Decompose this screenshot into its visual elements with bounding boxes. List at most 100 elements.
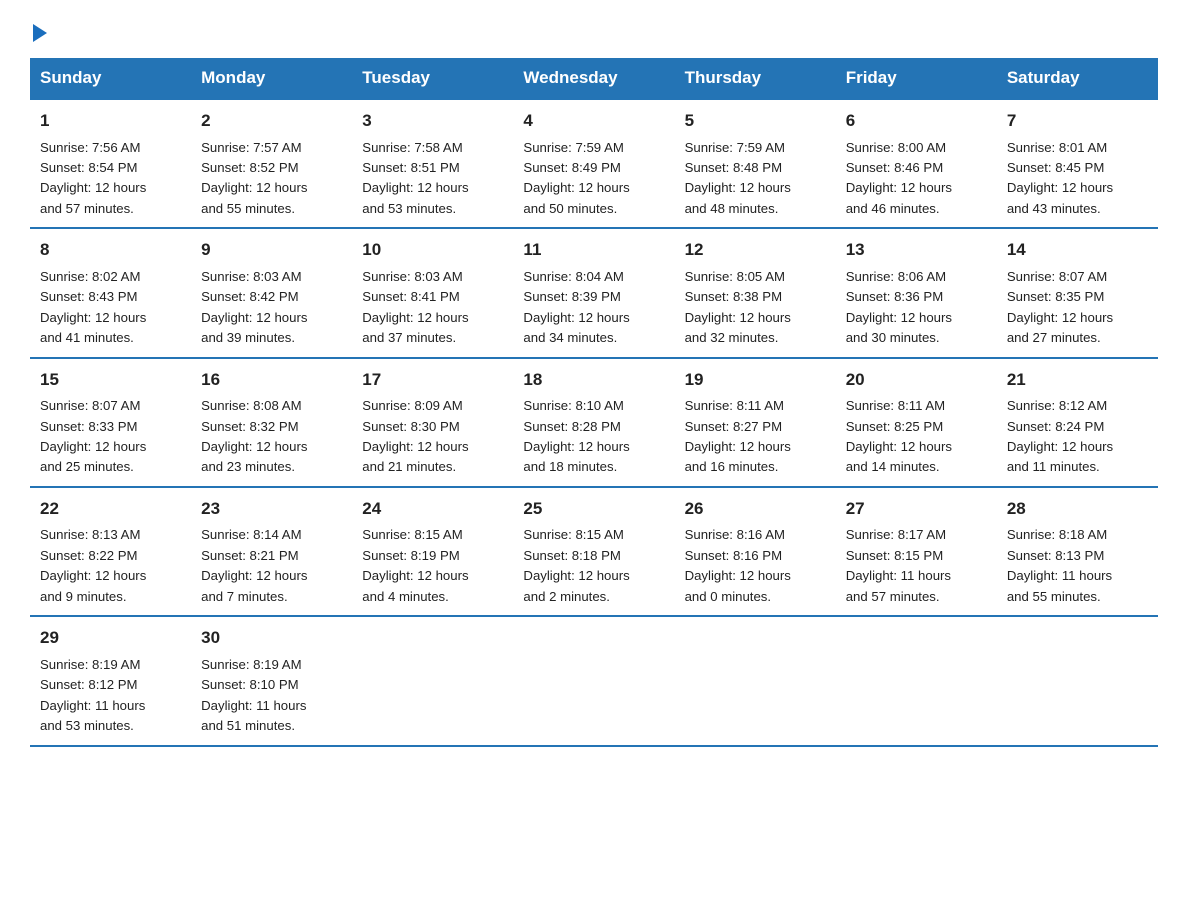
- day-content: Sunrise: 8:16 AMSunset: 8:16 PMDaylight:…: [685, 525, 826, 607]
- day-number: 17: [362, 367, 503, 393]
- calendar-cell: 4 Sunrise: 7:59 AMSunset: 8:49 PMDaylight…: [513, 99, 674, 228]
- calendar-week-2: 8Sunrise: 8:02 AMSunset: 8:43 PMDaylight…: [30, 228, 1158, 357]
- day-content: Sunrise: 8:11 AMSunset: 8:27 PMDaylight:…: [685, 396, 826, 478]
- day-number: 1: [40, 108, 181, 134]
- day-content: Sunrise: 8:14 AMSunset: 8:21 PMDaylight:…: [201, 525, 342, 607]
- calendar-cell: 23 Sunrise: 8:14 AMSunset: 8:21 PMDayligh…: [191, 487, 352, 616]
- day-content: Sunrise: 8:15 AMSunset: 8:18 PMDaylight:…: [523, 525, 664, 607]
- calendar-cell: [675, 616, 836, 745]
- calendar-cell: 1 Sunrise: 7:56 AMSunset: 8:54 PMDaylight…: [30, 99, 191, 228]
- day-content: Sunrise: 7:58 AMSunset: 8:51 PMDaylight:…: [362, 138, 503, 220]
- day-number: 30: [201, 625, 342, 651]
- day-content: Sunrise: 8:09 AMSunset: 8:30 PMDaylight:…: [362, 396, 503, 478]
- calendar-cell: 2Sunrise: 7:57 AMSunset: 8:52 PMDaylight…: [191, 99, 352, 228]
- calendar-cell: [836, 616, 997, 745]
- day-content: Sunrise: 8:07 AMSunset: 8:35 PMDaylight:…: [1007, 267, 1148, 349]
- day-number: 2: [201, 108, 342, 134]
- day-content: Sunrise: 8:04 AMSunset: 8:39 PMDaylight:…: [523, 267, 664, 349]
- day-number: 16: [201, 367, 342, 393]
- day-number: 25: [523, 496, 664, 522]
- day-content: Sunrise: 8:03 AMSunset: 8:42 PMDaylight:…: [201, 267, 342, 349]
- calendar-cell: 25 Sunrise: 8:15 AMSunset: 8:18 PMDayligh…: [513, 487, 674, 616]
- day-number: 18: [523, 367, 664, 393]
- logo: [30, 20, 47, 40]
- day-number: 10: [362, 237, 503, 263]
- day-content: Sunrise: 8:11 AMSunset: 8:25 PMDaylight:…: [846, 396, 987, 478]
- day-number: 24: [362, 496, 503, 522]
- column-header-saturday: Saturday: [997, 58, 1158, 99]
- calendar-cell: [352, 616, 513, 745]
- day-number: 3: [362, 108, 503, 134]
- calendar-cell: 19 Sunrise: 8:11 AMSunset: 8:27 PMDayligh…: [675, 358, 836, 487]
- calendar-cell: 27Sunrise: 8:17 AMSunset: 8:15 PMDayligh…: [836, 487, 997, 616]
- day-content: Sunrise: 8:19 AMSunset: 8:12 PMDaylight:…: [40, 655, 181, 737]
- day-content: Sunrise: 7:59 AMSunset: 8:49 PMDaylight:…: [523, 138, 664, 220]
- calendar-cell: 8Sunrise: 8:02 AMSunset: 8:43 PMDaylight…: [30, 228, 191, 357]
- calendar-cell: 29 Sunrise: 8:19 AMSunset: 8:12 PMDayligh…: [30, 616, 191, 745]
- day-content: Sunrise: 7:59 AMSunset: 8:48 PMDaylight:…: [685, 138, 826, 220]
- calendar-cell: [513, 616, 674, 745]
- calendar-week-3: 15Sunrise: 8:07 AMSunset: 8:33 PMDayligh…: [30, 358, 1158, 487]
- column-header-sunday: Sunday: [30, 58, 191, 99]
- calendar-week-5: 29 Sunrise: 8:19 AMSunset: 8:12 PMDayligh…: [30, 616, 1158, 745]
- day-content: Sunrise: 8:07 AMSunset: 8:33 PMDaylight:…: [40, 396, 181, 478]
- day-number: 29: [40, 625, 181, 651]
- calendar-cell: 18 Sunrise: 8:10 AMSunset: 8:28 PMDayligh…: [513, 358, 674, 487]
- calendar-cell: [997, 616, 1158, 745]
- calendar-cell: 24 Sunrise: 8:15 AMSunset: 8:19 PMDayligh…: [352, 487, 513, 616]
- calendar-cell: 13Sunrise: 8:06 AMSunset: 8:36 PMDayligh…: [836, 228, 997, 357]
- calendar-cell: 16 Sunrise: 8:08 AMSunset: 8:32 PMDayligh…: [191, 358, 352, 487]
- calendar-cell: 28Sunrise: 8:18 AMSunset: 8:13 PMDayligh…: [997, 487, 1158, 616]
- day-number: 7: [1007, 108, 1148, 134]
- calendar-cell: 5 Sunrise: 7:59 AMSunset: 8:48 PMDaylight…: [675, 99, 836, 228]
- day-number: 8: [40, 237, 181, 263]
- day-content: Sunrise: 8:10 AMSunset: 8:28 PMDaylight:…: [523, 396, 664, 478]
- column-header-thursday: Thursday: [675, 58, 836, 99]
- calendar-cell: 20 Sunrise: 8:11 AMSunset: 8:25 PMDayligh…: [836, 358, 997, 487]
- column-header-monday: Monday: [191, 58, 352, 99]
- page-header: [30, 20, 1158, 40]
- day-number: 21: [1007, 367, 1148, 393]
- calendar-cell: 6Sunrise: 8:00 AMSunset: 8:46 PMDaylight…: [836, 99, 997, 228]
- calendar-week-1: 1 Sunrise: 7:56 AMSunset: 8:54 PMDaylight…: [30, 99, 1158, 228]
- day-content: Sunrise: 8:19 AMSunset: 8:10 PMDaylight:…: [201, 655, 342, 737]
- calendar-cell: 21 Sunrise: 8:12 AMSunset: 8:24 PMDayligh…: [997, 358, 1158, 487]
- day-content: Sunrise: 8:13 AMSunset: 8:22 PMDaylight:…: [40, 525, 181, 607]
- day-content: Sunrise: 8:06 AMSunset: 8:36 PMDaylight:…: [846, 267, 987, 349]
- day-number: 20: [846, 367, 987, 393]
- day-content: Sunrise: 8:03 AMSunset: 8:41 PMDaylight:…: [362, 267, 503, 349]
- day-number: 23: [201, 496, 342, 522]
- column-header-friday: Friday: [836, 58, 997, 99]
- calendar-table: SundayMondayTuesdayWednesdayThursdayFrid…: [30, 58, 1158, 747]
- logo-arrow-icon: [33, 24, 47, 42]
- day-content: Sunrise: 8:05 AMSunset: 8:38 PMDaylight:…: [685, 267, 826, 349]
- calendar-cell: 22 Sunrise: 8:13 AMSunset: 8:22 PMDayligh…: [30, 487, 191, 616]
- day-number: 26: [685, 496, 826, 522]
- day-content: Sunrise: 8:15 AMSunset: 8:19 PMDaylight:…: [362, 525, 503, 607]
- day-number: 6: [846, 108, 987, 134]
- day-number: 22: [40, 496, 181, 522]
- day-content: Sunrise: 8:12 AMSunset: 8:24 PMDaylight:…: [1007, 396, 1148, 478]
- calendar-cell: 3 Sunrise: 7:58 AMSunset: 8:51 PMDaylight…: [352, 99, 513, 228]
- day-number: 14: [1007, 237, 1148, 263]
- day-number: 27: [846, 496, 987, 522]
- calendar-cell: 10 Sunrise: 8:03 AMSunset: 8:41 PMDayligh…: [352, 228, 513, 357]
- calendar-cell: 12 Sunrise: 8:05 AMSunset: 8:38 PMDayligh…: [675, 228, 836, 357]
- day-content: Sunrise: 8:08 AMSunset: 8:32 PMDaylight:…: [201, 396, 342, 478]
- column-header-tuesday: Tuesday: [352, 58, 513, 99]
- day-number: 4: [523, 108, 664, 134]
- calendar-cell: 7Sunrise: 8:01 AMSunset: 8:45 PMDaylight…: [997, 99, 1158, 228]
- calendar-cell: 14 Sunrise: 8:07 AMSunset: 8:35 PMDayligh…: [997, 228, 1158, 357]
- day-content: Sunrise: 7:56 AMSunset: 8:54 PMDaylight:…: [40, 138, 181, 220]
- calendar-cell: 17 Sunrise: 8:09 AMSunset: 8:30 PMDayligh…: [352, 358, 513, 487]
- calendar-cell: 11Sunrise: 8:04 AMSunset: 8:39 PMDayligh…: [513, 228, 674, 357]
- calendar-cell: 30 Sunrise: 8:19 AMSunset: 8:10 PMDayligh…: [191, 616, 352, 745]
- day-content: Sunrise: 8:18 AMSunset: 8:13 PMDaylight:…: [1007, 525, 1148, 607]
- day-number: 5: [685, 108, 826, 134]
- calendar-week-4: 22 Sunrise: 8:13 AMSunset: 8:22 PMDayligh…: [30, 487, 1158, 616]
- calendar-cell: 9 Sunrise: 8:03 AMSunset: 8:42 PMDaylight…: [191, 228, 352, 357]
- day-number: 19: [685, 367, 826, 393]
- day-number: 9: [201, 237, 342, 263]
- calendar-header-row: SundayMondayTuesdayWednesdayThursdayFrid…: [30, 58, 1158, 99]
- day-number: 12: [685, 237, 826, 263]
